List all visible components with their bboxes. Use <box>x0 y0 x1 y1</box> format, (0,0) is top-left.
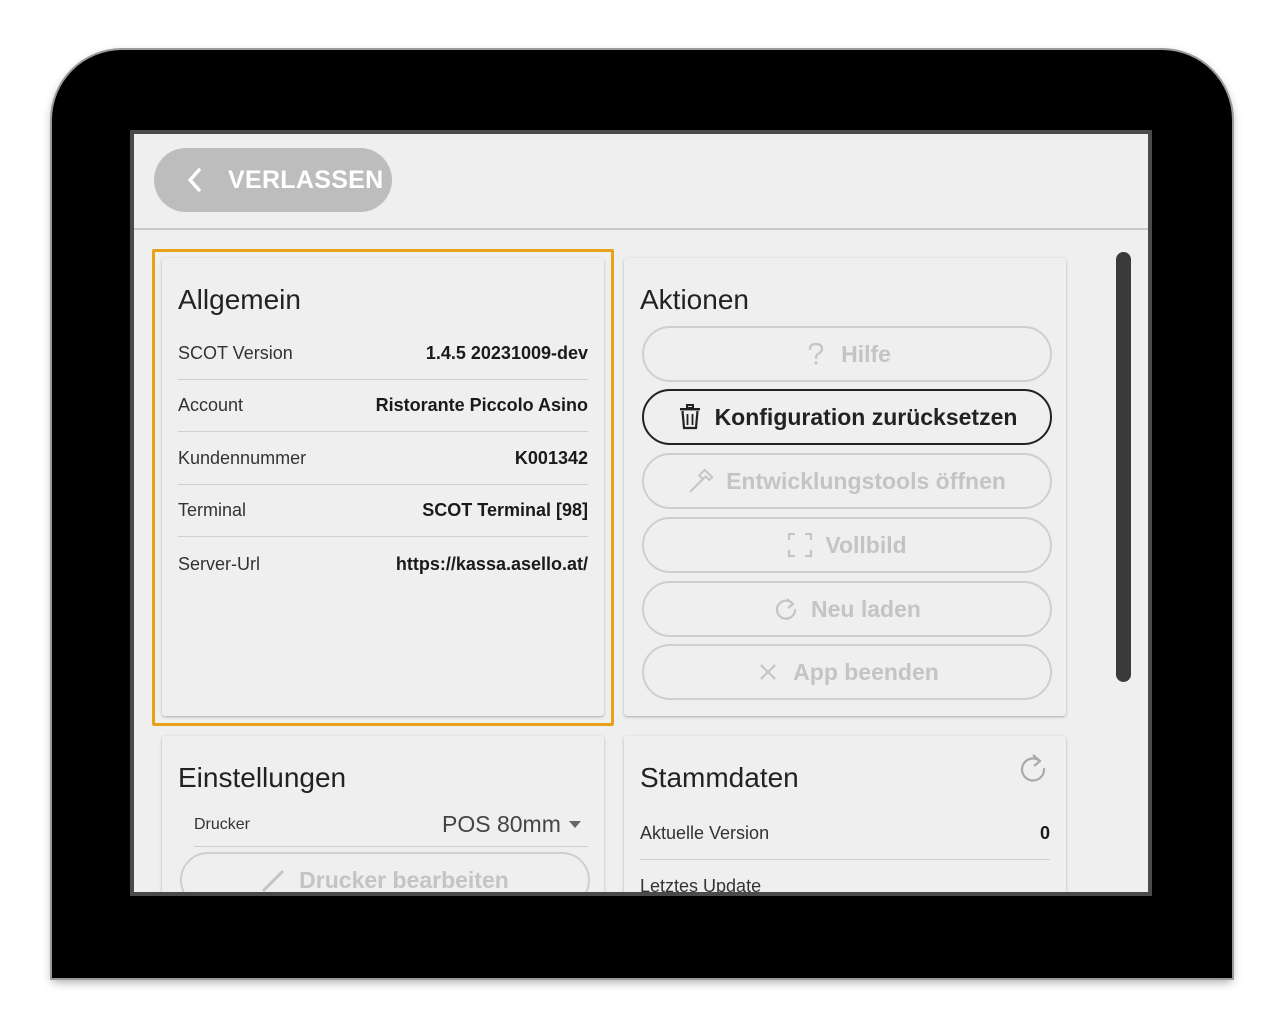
reload-label: Neu laden <box>811 595 921 622</box>
edit-printer-button[interactable]: Drucker bearbeiten <box>180 852 590 893</box>
chevron-left-icon <box>188 168 201 192</box>
reset-configuration-label: Konfiguration zurücksetzen <box>714 403 1018 430</box>
top-bar: VERLASSEN <box>134 134 1148 230</box>
edit-printer-label: Drucker bearbeiten <box>299 866 509 893</box>
printer-select-value: POS 80mm <box>442 810 561 837</box>
question-icon <box>803 340 829 368</box>
info-label: Letztes Update <box>640 875 762 896</box>
divider <box>194 846 588 847</box>
actions-card: Aktionen Hilfe Konfiguration zurücksetze… <box>624 258 1066 716</box>
caret-down-icon <box>568 820 581 828</box>
open-devtools-button[interactable]: Entwicklungstools öffnen <box>642 453 1052 509</box>
app-screen: VERLASSEN Allgemein SCOT Version 1.4.5 2… <box>130 130 1152 896</box>
fullscreen-label: Vollbild <box>825 531 907 558</box>
quit-app-label: App beenden <box>793 658 939 685</box>
actions-title: Aktionen <box>640 284 749 315</box>
focus-highlight <box>152 249 614 726</box>
printer-select[interactable]: POS 80mm <box>442 806 581 842</box>
leave-button[interactable]: VERLASSEN <box>154 148 392 212</box>
settings-title: Einstellungen <box>178 762 347 793</box>
leave-button-label: VERLASSEN <box>228 165 384 194</box>
printer-label: Drucker <box>194 816 251 833</box>
refresh-icon[interactable] <box>1016 752 1050 786</box>
masterdata-card: Stammdaten Aktuelle Version 0 Letztes Up… <box>624 736 1066 896</box>
info-row-last-update: Letztes Update <box>640 860 1050 896</box>
fullscreen-button[interactable]: Vollbild <box>642 517 1052 573</box>
info-row-current-version: Aktuelle Version 0 <box>640 808 1050 860</box>
info-value: 0 <box>1039 823 1050 843</box>
reload-button[interactable]: Neu laden <box>642 581 1052 637</box>
pencil-icon <box>261 866 287 892</box>
open-devtools-label: Entwicklungstools öffnen <box>726 467 1006 494</box>
settings-content: Allgemein SCOT Version 1.4.5 20231009-de… <box>134 232 1148 896</box>
hammer-icon <box>688 467 714 495</box>
info-label: Aktuelle Version <box>640 823 770 843</box>
help-button[interactable]: Hilfe <box>642 326 1052 382</box>
reload-icon <box>773 595 799 623</box>
close-icon <box>755 658 781 686</box>
scrollbar[interactable] <box>1116 252 1131 682</box>
settings-card: Einstellungen Drucker POS 80mm Drucker b… <box>162 736 604 893</box>
trash-icon <box>677 403 703 431</box>
quit-app-button[interactable]: App beenden <box>642 644 1052 700</box>
masterdata-title: Stammdaten <box>640 762 799 793</box>
reset-configuration-button[interactable]: Konfiguration zurücksetzen <box>642 389 1052 445</box>
help-button-label: Hilfe <box>841 340 891 367</box>
fullscreen-icon <box>787 531 813 559</box>
